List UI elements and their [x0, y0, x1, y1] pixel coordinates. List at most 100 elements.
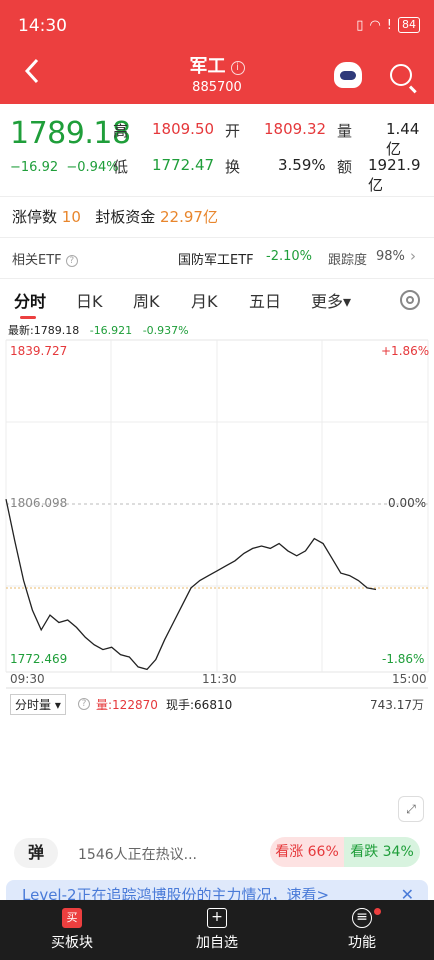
amount-label: 额 [337, 158, 353, 176]
expand-chart-button[interactable]: ⤢ [398, 796, 424, 822]
buy-sector-button[interactable]: 买 买板块 [22, 908, 122, 952]
chart-top-pct: +1.86% [381, 344, 430, 358]
change-value: −16.92 [10, 160, 59, 175]
latest-label: 最新: [8, 324, 34, 337]
bottom-toolbar: 买 买板块 + 加自选 ≡ 功能 [0, 900, 434, 960]
buy-icon: 买 [62, 908, 82, 928]
divider [0, 196, 434, 197]
title-block: 军工 i 885700 [0, 52, 434, 95]
volume-amount-label: 量: [96, 698, 113, 712]
tab-daily[interactable]: 日K [76, 288, 103, 312]
info-icon[interactable]: i [230, 61, 245, 75]
divider [0, 237, 434, 238]
sealing-fund-value: 22.97亿 [160, 208, 218, 226]
search-icon[interactable] [390, 64, 412, 86]
turnover-value: 3.59% [278, 156, 326, 174]
etf-change: -2.10% [266, 249, 312, 264]
latest-change: -16.921 [89, 324, 133, 337]
tab-five-day[interactable]: 五日 [249, 288, 281, 312]
time-mid: 11:30 [202, 672, 237, 686]
sealing-fund-label: 封板资金 [95, 208, 156, 226]
functions-label: 功能 [348, 935, 376, 951]
track-label: 跟踪度 [328, 253, 368, 268]
robot-assistant-icon[interactable] [334, 62, 362, 88]
change-percent: −0.94% [66, 160, 119, 175]
open-label: 开 [225, 122, 241, 140]
latest-price: 1789.18 [33, 324, 80, 337]
volume-selector[interactable]: 分时量 ▾ [10, 694, 66, 715]
track-value: 98% [376, 249, 405, 264]
notification-dot [374, 908, 381, 915]
page-title: 军工 [189, 56, 226, 77]
high-label: 高 [113, 122, 129, 140]
help-icon[interactable]: ? [65, 255, 78, 267]
price-change: −16.92 −0.94% [10, 160, 119, 175]
hand-value: 66810 [194, 698, 233, 712]
functions-button[interactable]: ≡ 功能 [312, 908, 412, 952]
turnover-label: 换 [225, 158, 241, 176]
chart-grid [5, 339, 429, 689]
help-icon[interactable]: ? [78, 698, 90, 710]
active-tab-indicator [20, 316, 36, 319]
buy-sector-label: 买板块 [51, 935, 93, 951]
header: 14:30 ▯ ◠ ! 84 军工 i 885700 [0, 0, 434, 104]
chart-top-price: 1839.727 [10, 344, 68, 358]
latest-change-pct: -0.937% [142, 324, 189, 337]
time-end: 15:00 [392, 672, 427, 686]
latest-quote-line: 最新:1789.18 -16.921 -0.937% [8, 322, 189, 338]
vibrate-icon: ▯ [356, 17, 364, 33]
volume-amount-value: 122870 [112, 698, 158, 712]
related-etf-row[interactable]: 相关ETF ? 国防军工ETF -2.10% 跟踪度 98% › [0, 246, 434, 270]
wifi-icon: ◠ [369, 17, 381, 33]
chart-mid-price: 1806.098 [10, 496, 68, 510]
tab-intraday[interactable]: 分时 [14, 288, 46, 312]
tab-monthly[interactable]: 月K [191, 288, 218, 312]
divider [0, 278, 434, 279]
alert-icon: ! [386, 17, 392, 33]
amount-value: 1921.9亿 [368, 156, 421, 194]
etf-name: 国防军工ETF [178, 253, 254, 268]
hand-label: 现手: [166, 698, 195, 712]
bearish-vote-button[interactable]: 看跌 34% [344, 837, 420, 867]
volume-label: 量 [337, 122, 353, 140]
limit-up-info: 涨停数 10 封板资金 22.97亿 [12, 206, 218, 227]
intraday-chart[interactable] [0, 338, 434, 698]
volume-value: 1.44亿 [386, 120, 420, 158]
status-time: 14:30 [18, 16, 67, 36]
open-value: 1809.32 [264, 120, 327, 138]
level2-banner[interactable]: Level-2正在追踪鸿博股份的主力情况，速看> ✕ [6, 880, 428, 902]
limit-up-count: 10 [61, 208, 81, 226]
related-etf-label: 相关ETF ? [12, 249, 78, 268]
bullish-vote-button[interactable]: 看涨 66% [270, 837, 344, 867]
chevron-right-icon: › [410, 247, 416, 265]
volume-header: 分时量 ▾ ? 量:122870 现手:66810 743.17万 [0, 694, 434, 715]
high-value: 1809.50 [152, 120, 215, 138]
discussion-bar[interactable]: 弹 1546人正在热议... 看涨 66% 看跌 34% [0, 834, 434, 874]
battery-icon: 84 [398, 17, 420, 33]
quote-panel: 1789.18 −16.92 −0.94% 高 1809.50 开 1809.3… [0, 104, 434, 196]
volume-amount: 量:122870 [96, 696, 158, 713]
volume-max: 743.17万 [370, 698, 424, 712]
chart-bottom-pct: -1.86% [382, 652, 425, 666]
status-icons: ▯ ◠ ! 84 [356, 17, 420, 33]
hand-volume: 现手:66810 [166, 696, 232, 713]
tab-more[interactable]: 更多▾ [311, 288, 351, 312]
close-icon[interactable]: ✕ [401, 880, 414, 902]
price-line [5, 498, 377, 671]
limit-up-label: 涨停数 [12, 208, 58, 226]
index-code: 885700 [192, 80, 242, 95]
tab-weekly[interactable]: 周K [133, 288, 160, 312]
related-etf-text: 相关ETF [12, 253, 62, 268]
volume-selector-label: 分时量 [15, 698, 52, 712]
period-tabs: 分时 日K 周K 月K 五日 更多▾ [0, 286, 434, 319]
settings-gear-icon[interactable] [400, 290, 420, 310]
danmaku-icon[interactable]: 弹 [14, 838, 58, 868]
low-label: 低 [113, 158, 129, 176]
discussion-text: 1546人正在热议... [78, 847, 197, 863]
add-icon: + [207, 908, 227, 928]
time-start: 09:30 [10, 672, 45, 686]
add-watchlist-button[interactable]: + 加自选 [167, 908, 267, 952]
low-value: 1772.47 [152, 156, 215, 174]
add-watchlist-label: 加自选 [196, 935, 238, 951]
chart-bottom-price: 1772.469 [10, 652, 68, 666]
